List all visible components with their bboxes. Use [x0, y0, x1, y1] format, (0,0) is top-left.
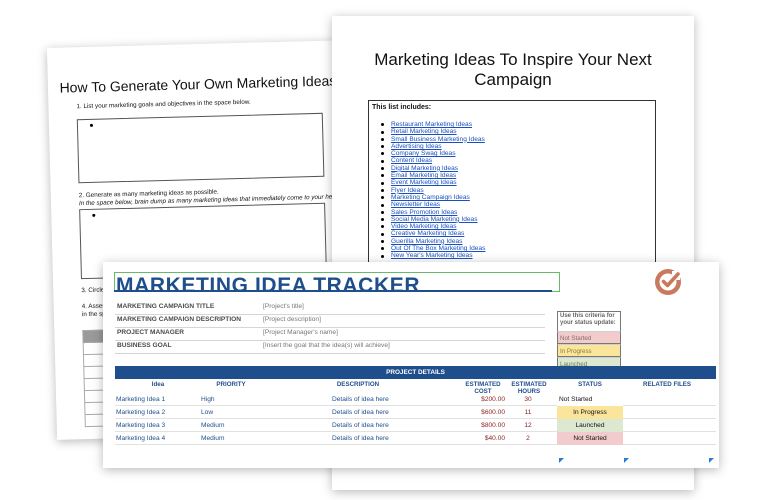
idea-link[interactable]: Marketing Campaign Ideas — [380, 194, 485, 201]
cell-status[interactable]: In Progress — [557, 406, 623, 419]
idea-link[interactable]: Out Of The Box Marketing Ideas — [380, 245, 485, 252]
document-title: Marketing Ideas To Inspire Your Next Cam… — [374, 50, 652, 89]
info-row-campaign-description: MARKETING CAMPAIGN DESCRIPTION [Project … — [115, 314, 545, 328]
criteria-heading: Use this criteria for your status update… — [557, 311, 621, 331]
info-label: MARKETING CAMPAIGN TITLE — [117, 303, 215, 310]
list-heading: This list includes: — [372, 104, 432, 111]
cell-estimated-cost[interactable]: $600.00 — [443, 406, 505, 419]
idea-link[interactable]: Creative Marketing Ideas — [380, 230, 485, 237]
cell-status[interactable]: Not Started — [557, 432, 623, 445]
idea-link[interactable]: Newsletter Ideas — [380, 201, 485, 208]
bullet-icon — [89, 123, 93, 127]
idea-link[interactable]: Guerilla Marketing Ideas — [380, 238, 485, 245]
cell-estimated-hours[interactable]: 12 — [513, 419, 543, 432]
info-row-campaign-title: MARKETING CAMPAIGN TITLE [Project's titl… — [115, 301, 545, 315]
ideas-link-list: Restaurant Marketing Ideas Retail Market… — [369, 121, 485, 260]
cell-estimated-hours[interactable]: 30 — [513, 393, 543, 406]
marketing-idea-tracker-sheet: MARKETING IDEA TRACKER MARKETING CAMPAIG… — [103, 262, 719, 468]
idea-link[interactable]: Advertising Ideas — [380, 143, 485, 150]
cell-description[interactable]: Details of idea here — [332, 406, 389, 419]
column-header-description: DESCRIPTION — [336, 381, 380, 388]
info-label: PROJECT MANAGER — [117, 329, 185, 336]
idea-link[interactable]: Company Swag Ideas — [380, 150, 485, 157]
cell-priority[interactable]: High — [201, 393, 215, 406]
cell-priority[interactable]: Medium — [201, 432, 224, 445]
info-value[interactable]: [Project's title] — [263, 303, 304, 310]
title-underline — [114, 290, 552, 292]
cell-priority[interactable]: Medium — [201, 419, 224, 432]
cell-idea[interactable]: Marketing Idea 4 — [116, 432, 165, 445]
cell-idea[interactable]: Marketing Idea 2 — [116, 406, 165, 419]
idea-link[interactable]: New Year's Marketing Ideas — [380, 252, 485, 259]
info-value[interactable]: [Project description] — [263, 316, 321, 323]
cell-status[interactable]: Not Started — [557, 393, 623, 406]
cell-note-marker-icon — [709, 458, 714, 463]
idea-link[interactable]: Video Marketing Ideas — [380, 223, 485, 230]
cell-description[interactable]: Details of idea here — [332, 393, 389, 406]
step-3-text: 3. Circle — [81, 286, 105, 295]
idea-link[interactable]: Restaurant Marketing Ideas — [380, 121, 485, 128]
criteria-not-started: Not Started — [557, 331, 621, 344]
cell-status[interactable]: Launched — [557, 419, 623, 432]
idea-link[interactable]: Content Ideas — [380, 157, 485, 164]
cell-idea[interactable]: Marketing Idea 3 — [116, 419, 165, 432]
cell-estimated-hours[interactable]: 11 — [513, 406, 543, 419]
column-header-priority: PRIORITY — [216, 381, 246, 388]
info-value[interactable]: [Project Manager's name] — [263, 329, 338, 336]
info-value[interactable]: [Insert the goal that the idea(s) will a… — [263, 342, 390, 349]
cell-description[interactable]: Details of idea here — [332, 432, 389, 445]
selected-title-cell[interactable] — [114, 272, 560, 292]
idea-link[interactable]: Social Media Marketing Ideas — [380, 216, 485, 223]
bullet-icon — [92, 213, 96, 217]
cell-estimated-cost[interactable]: $200.00 — [443, 393, 505, 406]
cell-priority[interactable]: Low — [201, 406, 213, 419]
checkmark-logo-icon — [655, 269, 681, 295]
column-header-idea: Idea — [151, 381, 165, 388]
cell-estimated-cost[interactable]: $40.00 — [443, 432, 505, 445]
info-row-business-goal: BUSINESS GOAL [Insert the goal that the … — [115, 340, 545, 354]
goals-text-box[interactable] — [76, 112, 325, 184]
idea-link[interactable]: Email Marketing Ideas — [380, 172, 485, 179]
status-criteria-legend: Use this criteria for your status update… — [557, 311, 621, 370]
info-label: MARKETING CAMPAIGN DESCRIPTION — [117, 316, 242, 323]
idea-link[interactable]: Sales Promotion Ideas — [380, 209, 485, 216]
info-label: BUSINESS GOAL — [117, 342, 172, 349]
idea-link[interactable]: Event Marketing Ideas — [380, 179, 485, 186]
cell-idea[interactable]: Marketing Idea 1 — [116, 393, 165, 406]
idea-link[interactable]: Flyer Ideas — [380, 187, 485, 194]
idea-link[interactable]: Digital Marketing Ideas — [380, 165, 485, 172]
info-row-project-manager: PROJECT MANAGER [Project Manager's name] — [115, 327, 545, 341]
cell-note-marker-icon — [624, 458, 629, 463]
document-title: How To Generate Your Own Marketing Ideas — [59, 72, 337, 96]
cell-estimated-cost[interactable]: $800.00 — [443, 419, 505, 432]
column-header-status: STATUS — [578, 381, 602, 388]
cell-note-marker-icon — [559, 458, 564, 463]
step-4-label: 4. Asses — [81, 302, 106, 311]
step-1-text: 1. List your marketing goals and objecti… — [76, 98, 251, 111]
criteria-in-progress: In Progress — [557, 344, 621, 357]
cell-description[interactable]: Details of idea here — [332, 419, 389, 432]
cell-estimated-hours[interactable]: 2 — [513, 432, 543, 445]
column-header-related-files: RELATED FILES — [642, 381, 691, 388]
project-details-header: PROJECT DETAILS — [115, 366, 716, 379]
idea-link[interactable]: Retail Marketing Ideas — [380, 128, 485, 135]
idea-link[interactable]: Small Business Marketing Ideas — [380, 136, 485, 143]
